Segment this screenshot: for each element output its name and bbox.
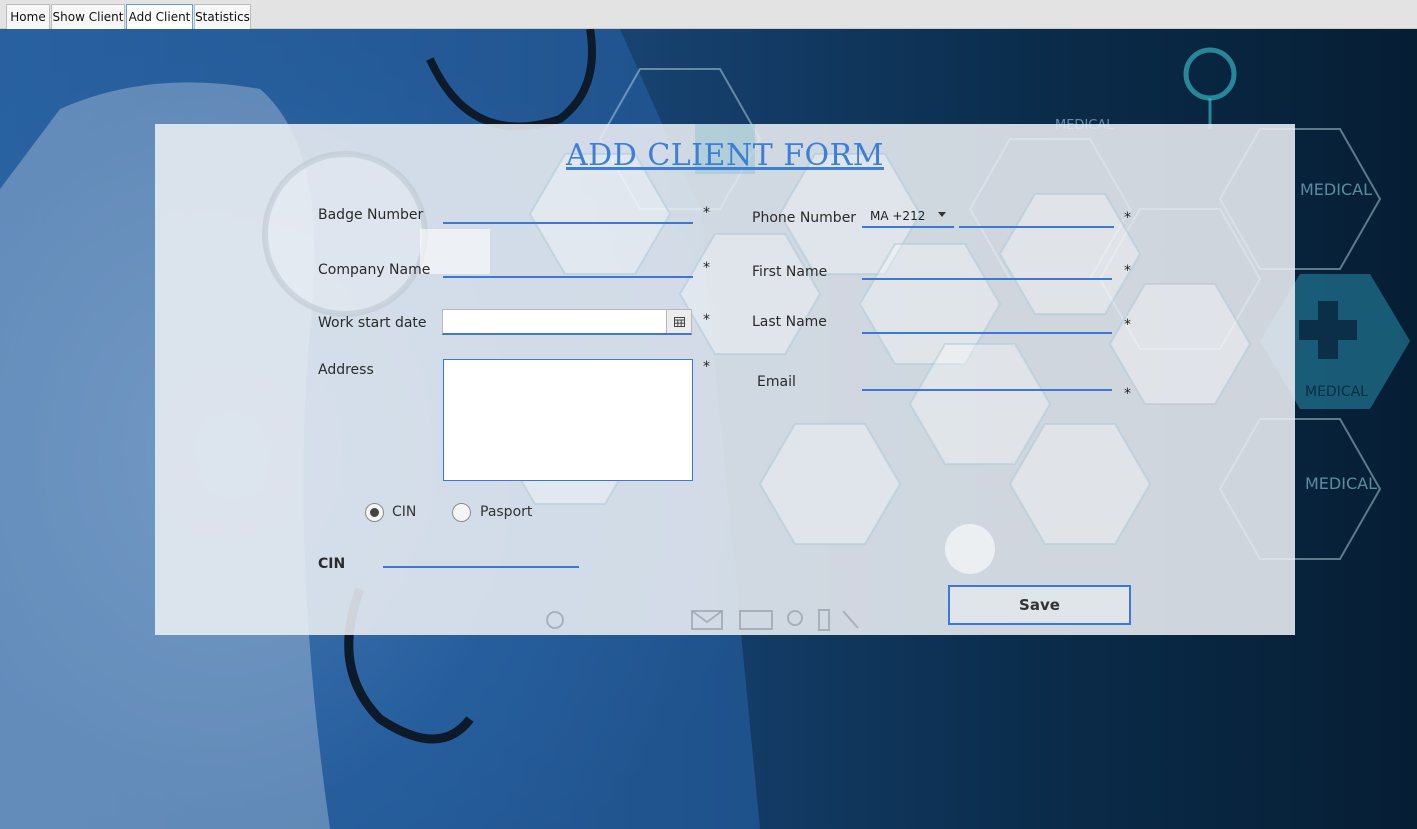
decorative-icons-row [546, 609, 859, 631]
id-number-label: CIN [318, 556, 346, 572]
phone-number-input[interactable] [959, 208, 1114, 228]
email-label: Email [757, 374, 796, 390]
cin-radio[interactable] [365, 503, 384, 522]
hex-label: MEDICAL [1305, 384, 1368, 400]
tab-show-client[interactable]: Show Client [51, 4, 125, 29]
tab-statistics[interactable]: Statistics [194, 4, 251, 29]
first-name-input[interactable] [862, 260, 1112, 280]
cin-radio-label: CIN [392, 504, 417, 520]
work-start-date-picker[interactable] [442, 309, 692, 335]
tab-home[interactable]: Home [6, 4, 50, 29]
id-number-input[interactable] [383, 548, 579, 568]
pasport-radio[interactable] [452, 503, 471, 522]
badge-number-input[interactable] [443, 206, 693, 224]
required-marker: * [1124, 210, 1131, 226]
required-marker: * [703, 359, 710, 375]
work-start-date-label: Work start date [318, 315, 427, 331]
address-textarea[interactable] [443, 359, 693, 481]
address-label: Address [318, 362, 374, 378]
phone-number-label: Phone Number [752, 210, 857, 226]
badge-number-label: Badge Number [318, 207, 424, 223]
calendar-icon[interactable] [666, 310, 691, 333]
save-button[interactable]: Save [948, 585, 1131, 625]
hex-label: MEDICAL [1305, 474, 1377, 493]
last-name-label: Last Name [752, 314, 827, 330]
chevron-down-icon [938, 212, 946, 217]
company-name-label: Company Name [318, 262, 431, 278]
required-marker: * [703, 205, 710, 221]
tab-bar: Home Show Client Add Client Statistics [0, 0, 1417, 29]
required-marker: * [1124, 386, 1131, 402]
country-code-value: MA +212 [870, 209, 926, 223]
country-code-select[interactable]: MA +212 [862, 206, 954, 228]
hex-label: MEDICAL [1300, 180, 1372, 199]
last-name-input[interactable] [862, 314, 1112, 334]
add-client-form: ADD CLIENT FORM Badge Number * Company N… [155, 124, 1295, 635]
tab-add-client[interactable]: Add Client [126, 4, 193, 29]
pasport-radio-label: Pasport [480, 504, 533, 520]
company-name-input[interactable] [443, 260, 693, 278]
required-marker: * [1124, 317, 1131, 333]
required-marker: * [1124, 263, 1131, 279]
required-marker: * [703, 260, 710, 276]
form-title: ADD CLIENT FORM [566, 138, 884, 173]
required-marker: * [703, 312, 710, 328]
first-name-label: First Name [752, 264, 828, 280]
email-input[interactable] [862, 371, 1112, 391]
